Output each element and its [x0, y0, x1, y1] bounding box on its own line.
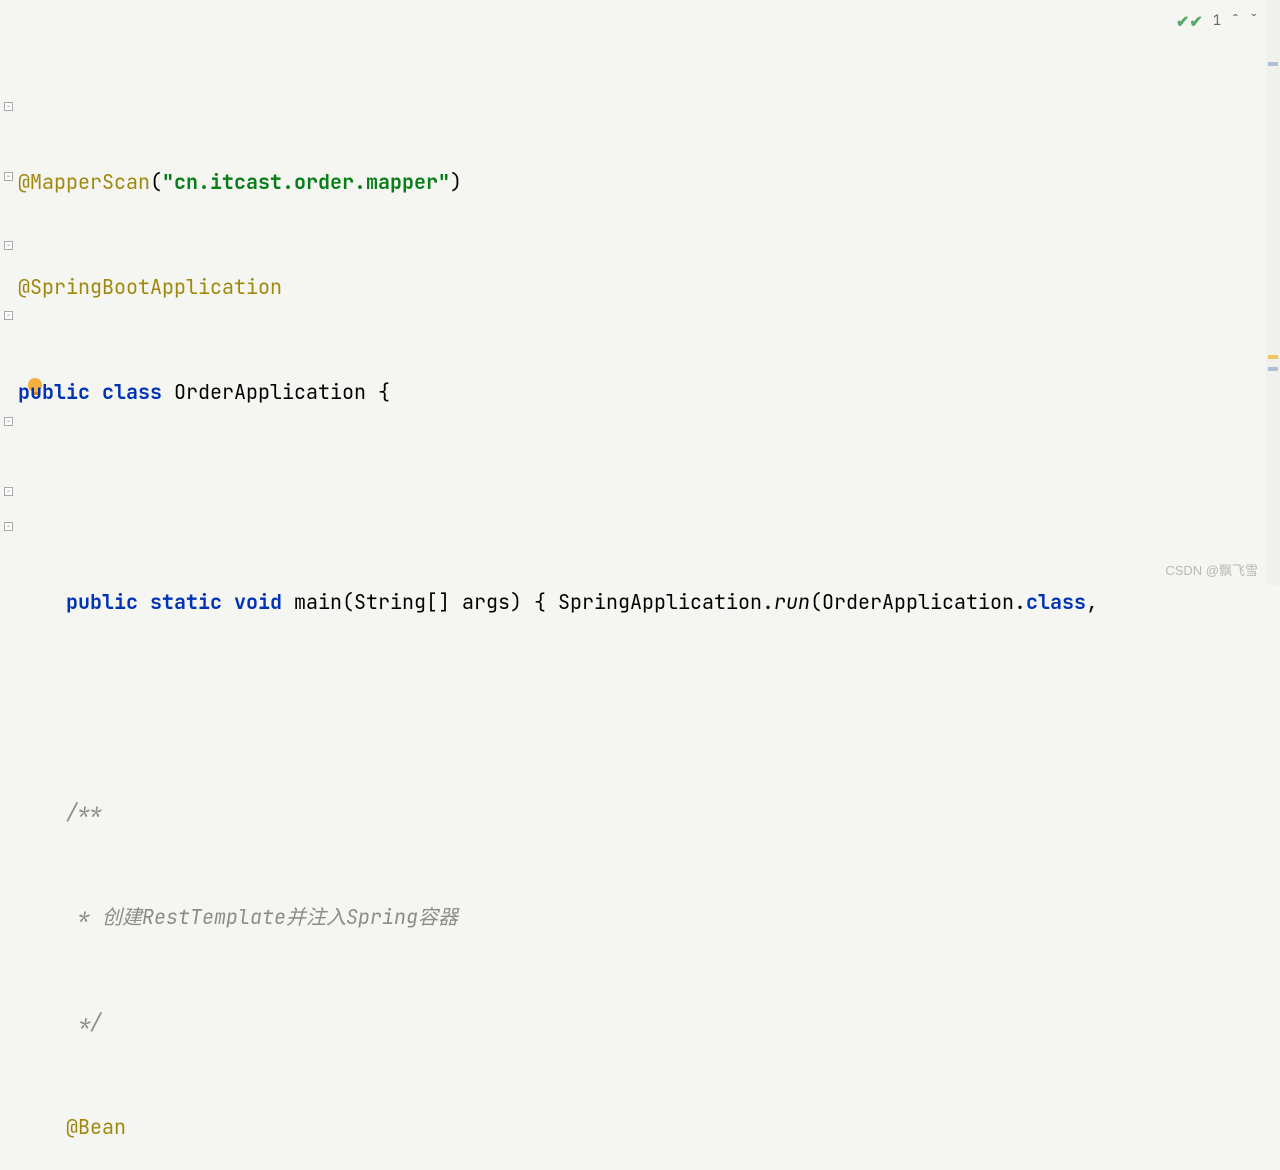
annotation: @SpringBootApplication: [18, 270, 282, 305]
annotation: @Bean: [66, 1110, 126, 1145]
problems-count: 1: [1213, 4, 1221, 39]
tail: ,: [1086, 585, 1098, 620]
fold-toggle-method2-end[interactable]: [4, 487, 13, 496]
error-stripe[interactable]: [1266, 0, 1280, 585]
keyword: class: [102, 375, 162, 410]
string-literal: "cn.itcast.order.mapper": [162, 165, 450, 200]
code-line[interactable]: [18, 690, 1280, 725]
code-line[interactable]: public class OrderApplication {: [18, 375, 1280, 410]
watermark: CSDN @飘飞雪: [1165, 560, 1258, 579]
stripe-marker-info[interactable]: [1268, 62, 1278, 66]
prev-highlight-icon[interactable]: ˆ: [1231, 4, 1239, 39]
brace: {: [522, 585, 558, 620]
fold-toggle-comment[interactable]: [4, 241, 13, 250]
code-area[interactable]: ✔✔ 1 ˆ ˇ @MapperScan("cn.itcast.order.ma…: [18, 0, 1280, 585]
params: (String[] args): [342, 585, 522, 620]
paren: ): [450, 165, 462, 200]
code-line[interactable]: @MapperScan("cn.itcast.order.mapper"): [18, 165, 1280, 200]
keyword: void: [234, 585, 282, 620]
keyword: public: [66, 585, 138, 620]
code-line[interactable]: @SpringBootApplication: [18, 270, 1280, 305]
comment: /**: [66, 795, 102, 830]
code-line[interactable]: /**: [18, 795, 1280, 830]
code-line[interactable]: @Bean: [18, 1110, 1280, 1145]
fold-toggle-class-end[interactable]: [4, 522, 13, 531]
code-line[interactable]: public static void main(String[] args) {…: [18, 585, 1280, 620]
class-ref: SpringApplication.: [558, 585, 774, 620]
stripe-marker-info[interactable]: [1268, 367, 1278, 371]
fold-toggle-comment-end[interactable]: [4, 311, 13, 320]
code-line[interactable]: */: [18, 1005, 1280, 1040]
method-name: main: [294, 585, 342, 620]
stripe-marker-warning[interactable]: [1268, 355, 1278, 359]
brace: {: [366, 375, 390, 410]
code-line[interactable]: * 创建RestTemplate并注入Spring容器: [18, 900, 1280, 935]
keyword: static: [150, 585, 222, 620]
comment: * 创建RestTemplate并注入Spring容器: [66, 900, 458, 935]
class-name: OrderApplication: [174, 375, 366, 410]
paren: (: [150, 165, 162, 200]
static-method: run: [774, 585, 810, 620]
keyword: public: [18, 375, 90, 410]
annotation: @MapperScan: [18, 165, 150, 200]
fold-toggle-class[interactable]: [4, 102, 13, 111]
comment: */: [66, 1005, 102, 1040]
fold-toggle-method[interactable]: [4, 172, 13, 181]
check-icon: ✔✔: [1176, 4, 1203, 39]
gutter: [0, 0, 18, 585]
inspection-widget[interactable]: ✔✔ 1 ˆ ˇ: [1176, 4, 1258, 39]
fold-toggle-method2[interactable]: [4, 417, 13, 426]
next-highlight-icon[interactable]: ˇ: [1250, 4, 1258, 39]
call: (OrderApplication.: [810, 585, 1026, 620]
editor-pane: ✔✔ 1 ˆ ˇ @MapperScan("cn.itcast.order.ma…: [0, 0, 1280, 585]
code-line[interactable]: [18, 480, 1280, 515]
keyword: class: [1026, 585, 1086, 620]
